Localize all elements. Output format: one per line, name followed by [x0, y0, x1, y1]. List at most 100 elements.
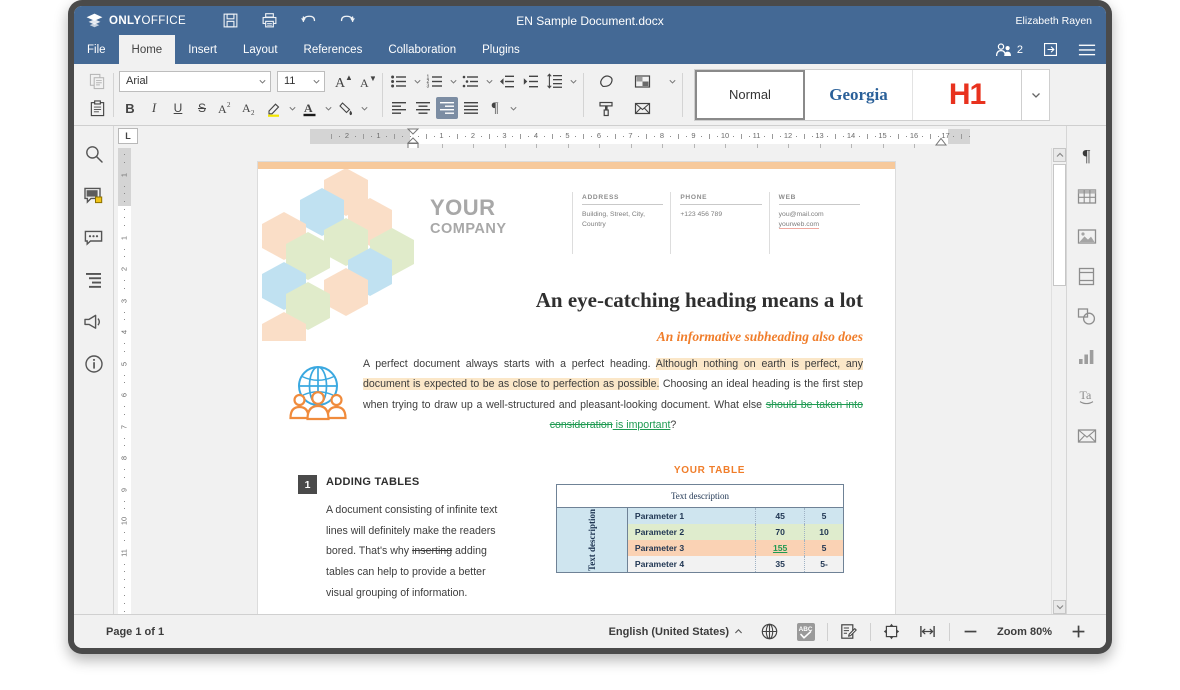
paste-icon[interactable]: [86, 97, 108, 119]
paragraph-settings-icon[interactable]: ¶: [1075, 144, 1099, 168]
highlight-color-chevron-down-icon[interactable]: [287, 98, 297, 118]
numbering-button[interactable]: 1 2 3: [424, 70, 446, 92]
nonprinting-characters-button[interactable]: ¶: [484, 97, 506, 119]
style-gallery-expand-chevron-down-icon[interactable]: [1022, 68, 1050, 121]
print-icon[interactable]: [261, 12, 278, 29]
tab-insert[interactable]: Insert: [175, 35, 230, 64]
style-normal[interactable]: Normal: [695, 69, 805, 120]
increase-font-size-icon[interactable]: A ▲: [331, 70, 353, 92]
align-justify-button[interactable]: [460, 97, 482, 119]
nonprinting-chevron-down-icon[interactable]: [508, 98, 518, 118]
chat-icon[interactable]: [82, 226, 106, 250]
copy-icon[interactable]: [86, 70, 108, 92]
numbering-chevron-down-icon[interactable]: [448, 71, 458, 91]
multilevel-list-chevron-down-icon[interactable]: [484, 71, 494, 91]
bullets-chevron-down-icon[interactable]: [412, 71, 422, 91]
zoom-out-button[interactable]: [953, 621, 989, 643]
subscript-button[interactable]: A2: [239, 97, 261, 119]
multilevel-list-button[interactable]: [460, 70, 482, 92]
increase-indent-button[interactable]: [520, 70, 542, 92]
document-language-button[interactable]: English (United States): [600, 621, 752, 643]
zoom-in-button[interactable]: [1060, 621, 1096, 643]
set-language-button[interactable]: [752, 621, 788, 643]
open-file-location-icon[interactable]: [1042, 41, 1059, 58]
collaborators-button[interactable]: 2: [995, 42, 1023, 58]
image-settings-icon[interactable]: [1075, 224, 1099, 248]
font-size-select[interactable]: 11: [277, 70, 325, 92]
tab-home[interactable]: Home: [118, 35, 176, 64]
horizontal-ruler[interactable]: 2 1 1 2 3 4 5 6 7 8 9 10 11 12 13 14 15 16 17: [138, 126, 1066, 151]
fit-to-page-button[interactable]: [874, 621, 910, 643]
style-georgia[interactable]: Georgia: [805, 69, 913, 120]
align-center-button[interactable]: [412, 97, 434, 119]
copy-style-button[interactable]: [595, 97, 617, 119]
color-scheme-chevron-down-icon[interactable]: [667, 71, 677, 91]
scrollbar-thumb[interactable]: [1053, 164, 1066, 286]
search-icon[interactable]: [82, 142, 106, 166]
document-page[interactable]: YOUR COMPANY ADDRESS Building, Street, C…: [258, 162, 895, 614]
scroll-up-arrow-icon[interactable]: [1053, 148, 1066, 162]
vertical-ruler[interactable]: 1 1 2 3 4 5 6 7 8 9 10 11: [114, 148, 134, 614]
scroll-down-arrow-icon[interactable]: [1053, 600, 1066, 614]
tab-stop-selector[interactable]: L: [118, 128, 138, 144]
redo-icon[interactable]: [339, 12, 356, 29]
text-art-settings-icon[interactable]: Ta: [1075, 384, 1099, 408]
navigation-headings-icon[interactable]: [82, 268, 106, 292]
align-right-button[interactable]: [436, 97, 458, 119]
table-settings-icon[interactable]: [1075, 184, 1099, 208]
svg-text:2: 2: [251, 109, 255, 116]
track-changes-button[interactable]: [831, 621, 867, 643]
tab-references[interactable]: References: [291, 35, 376, 64]
shading-button[interactable]: [335, 97, 357, 119]
clear-style-button[interactable]: [595, 70, 617, 92]
font-color-button[interactable]: A: [299, 97, 321, 119]
bold-button[interactable]: B: [119, 97, 141, 119]
align-left-button[interactable]: [388, 97, 410, 119]
superscript-button[interactable]: A2: [215, 97, 237, 119]
mail-merge-button[interactable]: [631, 97, 653, 119]
document-table[interactable]: Text description Text description Parame…: [556, 484, 844, 573]
strikethrough-button[interactable]: S: [191, 97, 213, 119]
zoom-level-label[interactable]: Zoom 80%: [989, 626, 1060, 638]
style-heading-1[interactable]: H1: [913, 69, 1021, 120]
document-canvas[interactable]: YOUR COMPANY ADDRESS Building, Street, C…: [134, 148, 1051, 614]
underline-button[interactable]: U: [167, 97, 189, 119]
chart-settings-icon[interactable]: [1075, 344, 1099, 368]
tab-layout[interactable]: Layout: [230, 35, 291, 64]
ruler-tick: [646, 134, 648, 139]
decrease-font-size-icon[interactable]: A ▼: [355, 70, 377, 92]
shading-chevron-down-icon[interactable]: [359, 98, 369, 118]
fit-to-width-button[interactable]: [910, 621, 946, 643]
font-color-chevron-down-icon[interactable]: [323, 98, 333, 118]
bullets-button[interactable]: [388, 70, 410, 92]
tab-plugins[interactable]: Plugins: [469, 35, 533, 64]
about-info-icon[interactable]: [82, 352, 106, 376]
table-row[interactable]: Text description Parameter 1 45 5: [556, 507, 844, 573]
ruler-tick-label: 6: [119, 392, 129, 398]
tab-collaboration[interactable]: Collaboration: [375, 35, 469, 64]
highlight-color-button[interactable]: [263, 97, 285, 119]
font-name-select[interactable]: Arial: [119, 70, 271, 92]
hamburger-menu-icon[interactable]: [1078, 43, 1096, 57]
website-link[interactable]: yourweb.com: [778, 221, 820, 230]
editor-column: L 2 1 1 2 3 4 5 6 7 8 9 10 11 12 13 14 15 16 17: [114, 126, 1066, 614]
mail-merge-settings-icon[interactable]: [1075, 424, 1099, 448]
spell-checking-button[interactable]: ABC: [788, 621, 824, 643]
decrease-indent-button[interactable]: [496, 70, 518, 92]
line-spacing-button[interactable]: [544, 70, 566, 92]
feedback-megaphone-icon[interactable]: [82, 310, 106, 334]
color-scheme-button[interactable]: [631, 70, 653, 92]
undo-icon[interactable]: [300, 12, 317, 29]
comments-icon[interactable]: [82, 184, 106, 208]
tab-file[interactable]: File: [74, 35, 119, 64]
header-footer-settings-icon[interactable]: [1075, 264, 1099, 288]
italic-button[interactable]: I: [143, 97, 165, 119]
vertical-scrollbar[interactable]: [1051, 148, 1066, 614]
section-number-badge: 1: [298, 475, 317, 494]
save-icon[interactable]: [222, 12, 239, 29]
line-spacing-chevron-down-icon[interactable]: [568, 71, 578, 91]
menu-tab-bar: File Home Insert Layout References Colla…: [74, 35, 1106, 64]
ruler-tick: [124, 413, 125, 415]
right-indent-marker[interactable]: [934, 137, 948, 146]
shape-settings-icon[interactable]: [1075, 304, 1099, 328]
